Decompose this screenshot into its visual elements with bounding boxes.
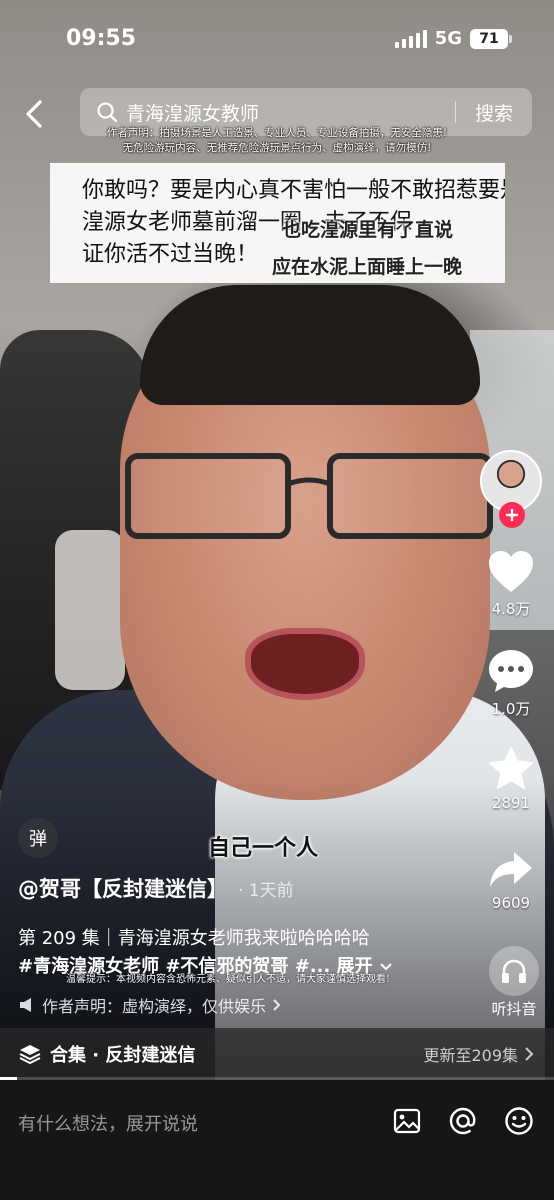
person-hair [140,285,480,405]
comment-button[interactable]: 1.0万 [476,648,546,719]
like-button[interactable]: 4.8万 [476,550,546,619]
author-row: @贺哥【反封建迷信】 · 1天前 [18,873,294,903]
chevron-right-icon [273,999,281,1011]
overlay-subtitle-a: 也吃湟源里有了直说 [282,219,454,241]
follow-button[interactable] [499,502,525,528]
author-notice[interactable]: 作者声明：虚构演绎，仅供娱乐 [18,993,282,1017]
star-icon [489,747,533,789]
search-icon [96,101,118,123]
author-notice-text: 作者声明：虚构演绎，仅供娱乐 [42,997,267,1016]
post-time: · 1天前 [238,881,294,901]
video-disclaimer: 作者声明：拍摄场景是人工造景、专业人员、专业设备拍摄，无安全隐患! 无危险游玩内… [0,126,554,156]
comment-input[interactable]: 有什么想法，展开说说 [18,1110,198,1136]
collection-label: 合集 · 反封建迷信 [50,1045,196,1066]
overlay-subtitle-b: 应在水泥上面睡上一晚 [272,256,463,278]
signal-icon [394,29,427,48]
comment-tools [390,1104,536,1138]
status-bar: 09:55 5G 71 [0,0,554,80]
author-avatar-group[interactable] [480,450,542,530]
listen-label: 听抖音 [491,1000,537,1018]
status-indicators: 5G 71 [394,28,512,49]
author-name[interactable]: @贺哥【反封建迷信】 [18,873,228,903]
battery-icon: 71 [470,28,512,49]
favorite-button[interactable]: 2891 [476,746,546,812]
collection-bar[interactable]: 合集 · 反封建迷信 更新至209集 [0,1028,554,1080]
video-player[interactable] [0,0,554,1080]
chevron-left-icon [26,100,42,128]
glasses [125,453,493,539]
collection-update[interactable]: 更新至209集 [423,1042,534,1066]
heart-icon [489,551,533,592]
like-count: 4.8万 [491,600,531,618]
megaphone-icon [20,998,31,1012]
disclaimer-line-1: 作者声明：拍摄场景是人工造景、专业人员、专业设备拍摄，无安全隐患! [106,127,448,139]
search-button[interactable]: 搜索 [456,99,532,126]
seat-headrest [55,530,125,690]
network-type: 5G [434,28,462,49]
disclaimer-line-2: 无危险游玩内容、无推荐危险游玩景点行为、虚构演绎，请勿模仿! [122,142,432,154]
person-mouth [245,628,365,700]
comment-bar: 有什么想法，展开说说 [0,1080,554,1200]
status-time: 09:55 [66,26,137,51]
favorite-count: 2891 [491,794,531,812]
share-button[interactable]: 9609 [476,850,546,912]
share-count: 9609 [491,894,531,912]
video-description: 第 209 集｜青海湟源女老师我来啦哈哈哈哈 [18,928,370,949]
content-warning: 温馨提示：本视频内容含恐怖元素、疑似引人不适，请大家谨慎选择观看! [66,974,391,985]
danmu-toggle-button[interactable]: 弹 [18,818,58,858]
emoji-icon[interactable] [502,1104,536,1138]
image-icon[interactable] [390,1104,424,1138]
mention-icon[interactable] [446,1104,480,1138]
chevron-right-icon [525,1047,534,1061]
listen-button[interactable]: 听抖音 [482,946,546,1019]
video-subtitle: 自己一个人 [208,835,319,861]
collection-title[interactable]: 合集 · 反封建迷信 [18,1041,423,1067]
search-input[interactable]: 青海湟源女教师 [126,99,455,126]
collection-update-text: 更新至209集 [423,1046,518,1065]
share-icon [490,852,532,887]
headphones-icon [489,946,539,996]
layers-icon [19,1045,41,1065]
caption-line-1: 你敢吗？要是内心真不害怕一般不敢招惹要是八字够 [82,178,505,203]
comment-icon [489,650,533,692]
plus-icon [505,508,519,522]
comment-count: 1.0万 [491,700,531,718]
